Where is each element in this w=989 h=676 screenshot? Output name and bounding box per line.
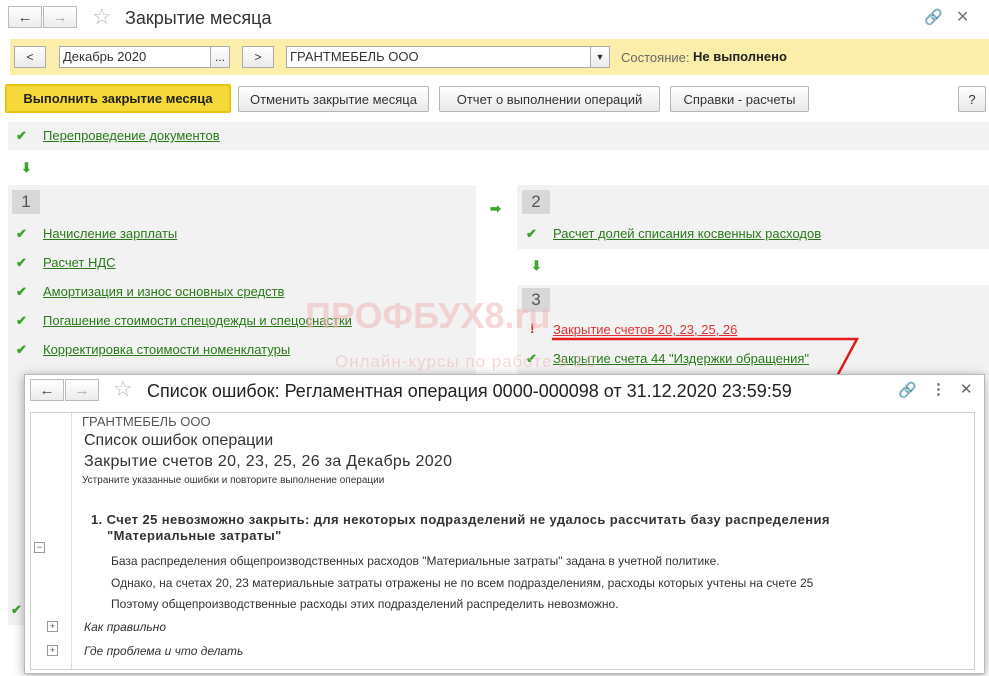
more-icon[interactable]: ⋮ <box>931 380 946 398</box>
section-how-correct[interactable]: Как правильно <box>84 620 166 634</box>
report-hint: Устраните указанные ошибки и повторите в… <box>82 475 385 486</box>
error-line-2: Однако, на счетах 20, 23 материальные за… <box>111 576 814 590</box>
collapse-icon[interactable]: − <box>34 542 45 553</box>
error-title-cont: "Материальные затраты" <box>107 528 282 543</box>
expand-icon[interactable]: + <box>47 645 58 656</box>
report-tree-gutter: − + + <box>31 413 72 669</box>
error-report: − + + ГРАНТМЕБЕЛЬ ООО Список ошибок опер… <box>30 412 975 670</box>
close-icon[interactable]: ✕ <box>960 380 973 398</box>
link-icon[interactable]: 🔗 <box>898 381 917 399</box>
favorite-star-icon[interactable]: ☆ <box>113 378 133 400</box>
report-subheading: Закрытие счетов 20, 23, 25, 26 за Декабр… <box>84 453 453 470</box>
error-line-1: База распределения общепроизводственных … <box>111 554 720 568</box>
expand-icon[interactable]: + <box>47 621 58 632</box>
error-line-3: Поэтому общепроизводственные расходы эти… <box>111 597 619 611</box>
dialog-back-button[interactable]: ← <box>30 379 64 401</box>
dialog-title: Список ошибок: Регламентная операция 000… <box>147 381 792 401</box>
report-org: ГРАНТМЕБЕЛЬ ООО <box>82 414 211 429</box>
report-heading: Список ошибок операции <box>84 432 274 449</box>
dialog-forward-button[interactable]: → <box>65 379 99 401</box>
section-where-problem[interactable]: Где проблема и что делать <box>84 644 243 658</box>
error-title: 1. Счет 25 невозможно закрыть: для некот… <box>91 512 830 527</box>
error-list-dialog: ← → ☆ Список ошибок: Регламентная операц… <box>24 374 985 674</box>
